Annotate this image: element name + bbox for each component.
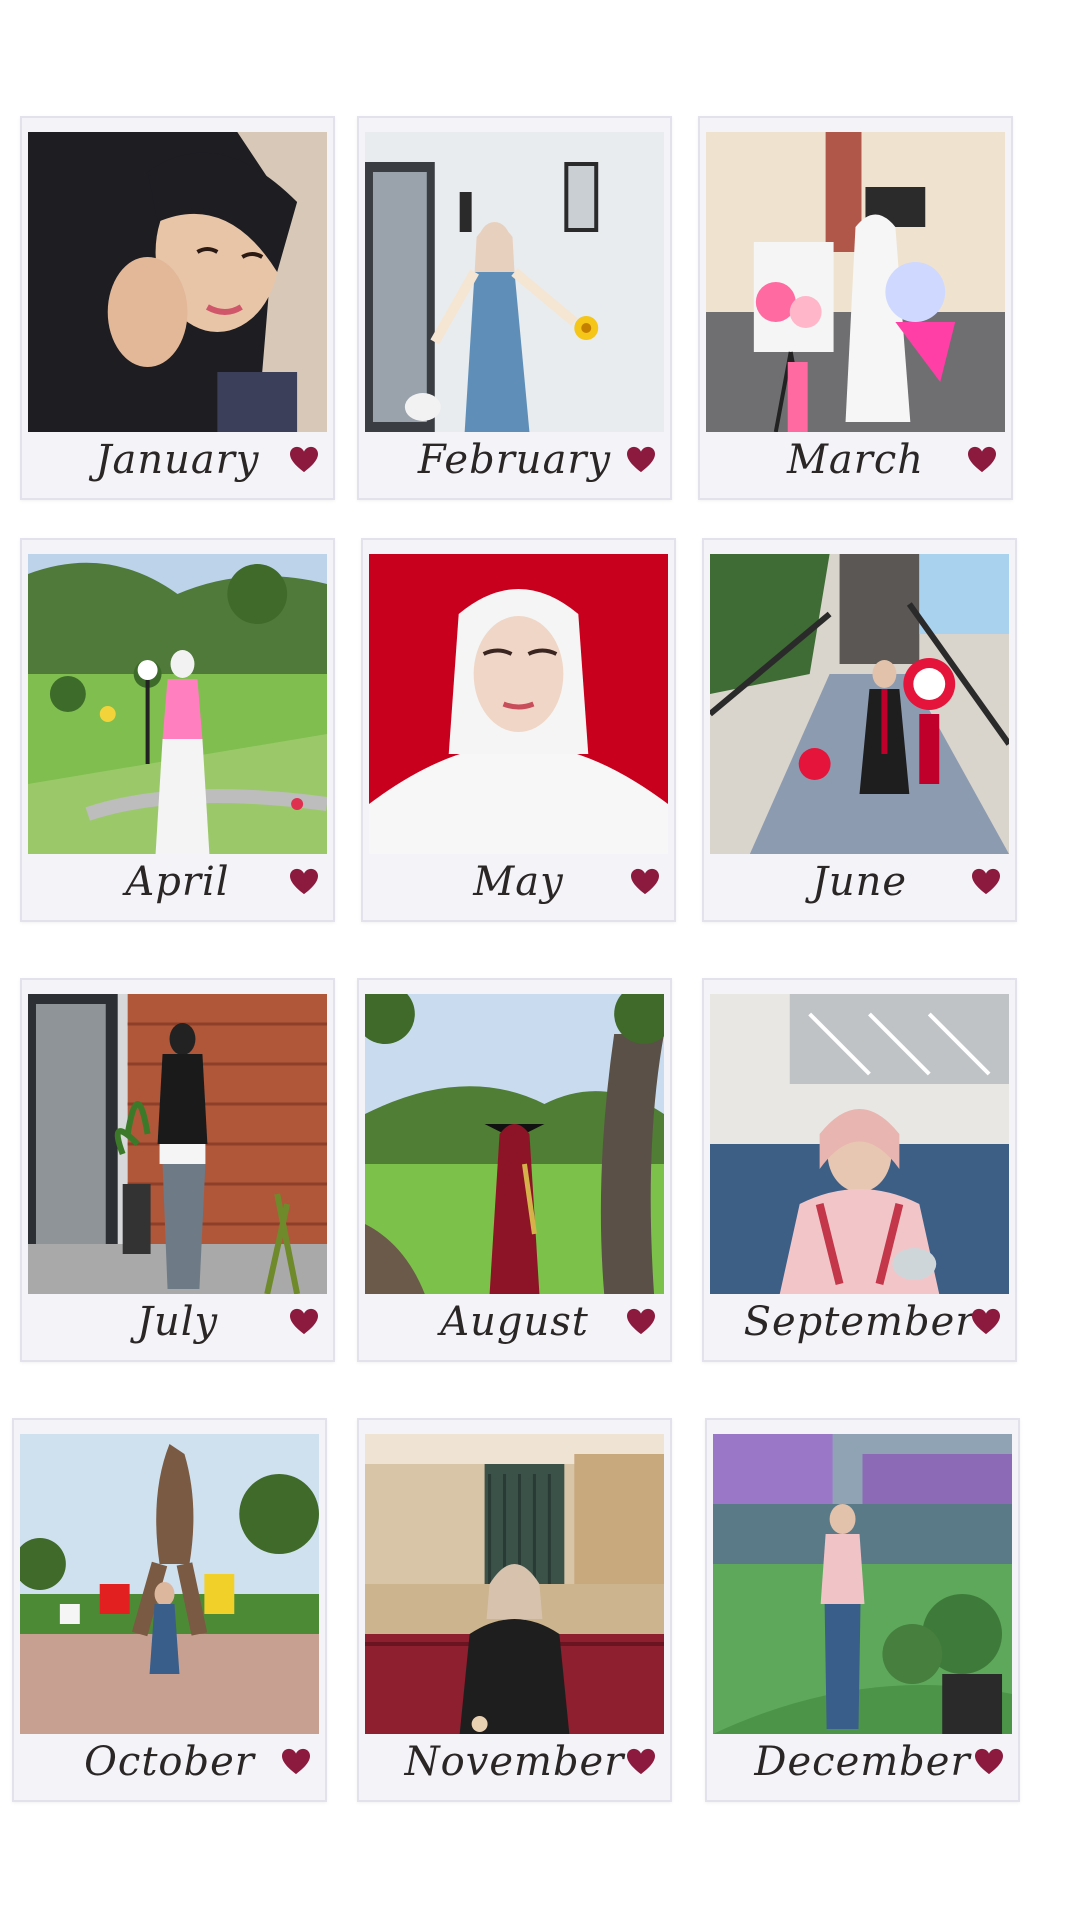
polaroid-april: April: [20, 538, 335, 922]
heart-icon: [627, 1308, 655, 1335]
polaroid-december: December: [705, 1418, 1020, 1802]
heart-icon: [972, 868, 1000, 895]
photo-december: [713, 1434, 1012, 1734]
month-label: July: [136, 1299, 219, 1345]
photo-september: [710, 994, 1009, 1294]
photo-june: [710, 554, 1009, 854]
heart-icon: [975, 1748, 1003, 1775]
caption-march: March: [700, 428, 1011, 492]
month-label: January: [95, 437, 260, 483]
month-label: June: [811, 859, 908, 905]
month-label: November: [404, 1739, 625, 1785]
photo-october: [20, 1434, 319, 1734]
heart-icon: [282, 1748, 310, 1775]
caption-april: April: [22, 850, 333, 914]
polaroid-may: May: [361, 538, 676, 922]
photo-november: [365, 1434, 664, 1734]
caption-december: December: [707, 1730, 1018, 1794]
heart-icon: [290, 446, 318, 473]
heart-icon: [972, 1308, 1000, 1335]
heart-icon: [290, 1308, 318, 1335]
caption-september: September: [704, 1290, 1015, 1354]
photo-january: [28, 132, 327, 432]
polaroid-november: November: [357, 1418, 672, 1802]
caption-november: November: [359, 1730, 670, 1794]
caption-february: February: [359, 428, 670, 492]
month-label: October: [84, 1739, 255, 1785]
month-label: March: [786, 437, 925, 483]
month-label: September: [743, 1299, 976, 1345]
polaroid-september: September: [702, 978, 1017, 1362]
photo-august: [365, 994, 664, 1294]
polaroid-august: August: [357, 978, 672, 1362]
heart-icon: [631, 868, 659, 895]
caption-june: June: [704, 850, 1015, 914]
photo-may: [369, 554, 668, 854]
caption-may: May: [363, 850, 674, 914]
heart-icon: [627, 1748, 655, 1775]
polaroid-june: June: [702, 538, 1017, 922]
caption-august: August: [359, 1290, 670, 1354]
heart-icon: [627, 446, 655, 473]
polaroid-july: July: [20, 978, 335, 1362]
month-label: February: [417, 437, 612, 483]
month-label: December: [754, 1739, 971, 1785]
photo-april: [28, 554, 327, 854]
heart-icon: [968, 446, 996, 473]
polaroid-march: March: [698, 116, 1013, 500]
photo-july: [28, 994, 327, 1294]
photo-february: [365, 132, 664, 432]
polaroid-february: February: [357, 116, 672, 500]
heart-icon: [290, 868, 318, 895]
month-label: April: [125, 859, 230, 905]
caption-january: January: [22, 428, 333, 492]
polaroid-january: January: [20, 116, 335, 500]
month-label: August: [440, 1299, 589, 1345]
caption-july: July: [22, 1290, 333, 1354]
photo-march: [706, 132, 1005, 432]
month-label: May: [473, 859, 564, 905]
polaroid-october: October: [12, 1418, 327, 1802]
caption-october: October: [14, 1730, 325, 1794]
